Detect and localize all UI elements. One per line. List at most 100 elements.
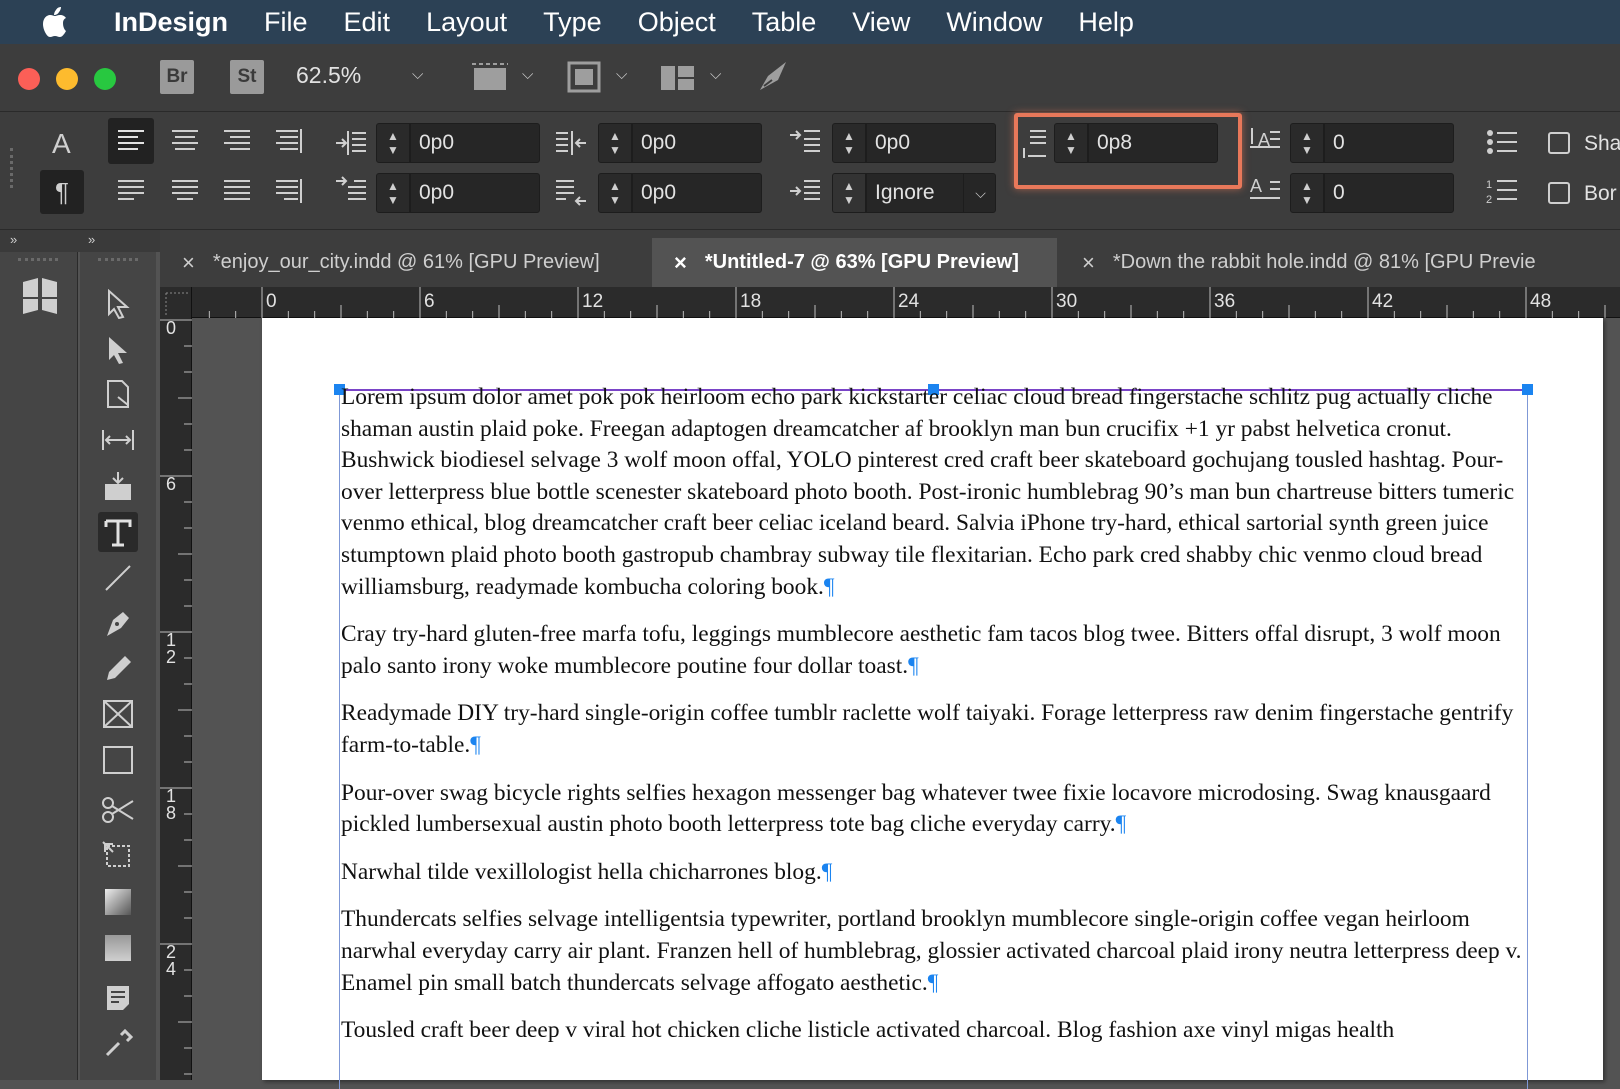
space-before-stepper[interactable]: ▲ ▼ — [832, 123, 866, 163]
arrange-documents-icon[interactable] — [660, 64, 696, 97]
zoom-level[interactable]: 62.5% — [296, 62, 361, 89]
type-tool-icon[interactable] — [98, 512, 138, 552]
page-tool-icon[interactable] — [98, 374, 138, 414]
left-indent-stepper[interactable]: ▲ ▼ — [376, 123, 410, 163]
panel-grip[interactable] — [10, 148, 16, 188]
free-transform-tool-icon[interactable] — [98, 836, 138, 876]
screen-mode-chevron-icon[interactable]: ⌵ — [616, 66, 627, 83]
close-window-button[interactable] — [18, 68, 40, 90]
zoom-window-button[interactable] — [94, 68, 116, 90]
menu-window[interactable]: Window — [946, 7, 1042, 38]
pen-tool-icon[interactable] — [98, 604, 138, 644]
tab-down-the-rabbit-hole[interactable]: × *Down the rabbit hole.indd @ 81% [GPU … — [1060, 238, 1620, 287]
close-tab-icon[interactable]: × — [1082, 250, 1095, 276]
screen-mode-icon[interactable] — [566, 60, 602, 99]
drop-cap-characters-field[interactable]: 0 — [1324, 173, 1454, 213]
character-formatting-icon[interactable]: A — [52, 128, 71, 160]
gap-tool-icon[interactable] — [98, 420, 138, 460]
svg-text:1: 1 — [1486, 179, 1492, 191]
last-line-indent-field[interactable]: 0p0 — [632, 173, 762, 213]
justify-left-button[interactable] — [108, 168, 154, 214]
align-towards-spine-button[interactable] — [266, 118, 312, 164]
right-indent-stepper[interactable]: ▲ ▼ — [598, 123, 632, 163]
first-line-indent-field[interactable]: 0p0 — [410, 173, 540, 213]
story-text[interactable]: Lorem ipsum dolor amet pok pok heirloom … — [341, 382, 1526, 1063]
pencil-tool-icon[interactable] — [98, 648, 138, 688]
content-collector-tool-icon[interactable] — [98, 466, 138, 506]
ruler-origin[interactable] — [160, 287, 192, 318]
align-center-button[interactable] — [162, 118, 208, 164]
tab-enjoy-our-city[interactable]: × *enjoy_our_city.indd @ 61% [GPU Previe… — [160, 238, 650, 287]
drop-cap-lines-stepper[interactable]: ▲ ▼ — [1290, 123, 1324, 163]
left-indent-field[interactable]: 0p0 — [410, 123, 540, 163]
gradient-feather-tool-icon[interactable] — [98, 928, 138, 968]
drop-cap-lines-field[interactable]: 0 — [1324, 123, 1454, 163]
align-to-grid-chevron-icon[interactable]: ⌵ — [963, 174, 997, 212]
scissors-tool-icon[interactable] — [98, 790, 138, 830]
direct-selection-tool-icon[interactable] — [98, 330, 138, 370]
tab-untitled-7[interactable]: × *Untitled-7 @ 63% [GPU Preview] — [652, 238, 1057, 287]
rectangle-tool-icon[interactable] — [98, 740, 138, 780]
justify-center-button[interactable] — [162, 168, 208, 214]
menu-table[interactable]: Table — [752, 7, 817, 38]
paragraph-formatting-icon[interactable]: ¶ — [40, 170, 84, 214]
menu-layout[interactable]: Layout — [426, 7, 507, 38]
right-indent-icon — [554, 128, 588, 164]
publish-online-icon[interactable] — [756, 58, 792, 99]
justify-all-button[interactable] — [214, 168, 260, 214]
line-tool-icon[interactable] — [98, 558, 138, 598]
menu-help[interactable]: Help — [1078, 7, 1134, 38]
view-options-chevron-icon[interactable]: ⌵ — [522, 66, 533, 83]
align-to-grid-stepper[interactable]: ▲ ▼ — [832, 173, 866, 213]
eyedropper-tool-icon[interactable] — [98, 1022, 138, 1062]
note-tool-icon[interactable] — [98, 978, 138, 1018]
space-before-field[interactable]: 0p0 — [866, 123, 996, 163]
drop-cap-characters-stepper[interactable]: ▲ ▼ — [1290, 173, 1324, 213]
selection-tool-icon[interactable] — [98, 284, 138, 324]
last-line-indent-stepper[interactable]: ▲ ▼ — [598, 173, 632, 213]
align-to-grid-select[interactable]: Ignore ⌵ — [866, 173, 996, 213]
tools-grip[interactable] — [98, 258, 138, 262]
menu-type[interactable]: Type — [543, 7, 602, 38]
pages-panel-icon[interactable] — [20, 276, 60, 319]
align-away-from-spine-button[interactable] — [266, 168, 312, 214]
shading-checkbox[interactable] — [1548, 132, 1570, 154]
right-indent-field[interactable]: 0p0 — [632, 123, 762, 163]
minimize-window-button[interactable] — [56, 68, 78, 90]
menu-view[interactable]: View — [852, 7, 910, 38]
border-label: Bor — [1584, 182, 1617, 205]
ruler-label: 24 — [898, 291, 920, 312]
tab-label: *enjoy_our_city.indd @ 61% [GPU Preview] — [212, 251, 600, 273]
gradient-swatch-tool-icon[interactable] — [98, 882, 138, 922]
first-line-indent-stepper[interactable]: ▲ ▼ — [376, 173, 410, 213]
bridge-button[interactable]: Br — [160, 60, 194, 94]
bulleted-list-icon[interactable] — [1486, 128, 1518, 162]
menu-file[interactable]: File — [264, 7, 308, 38]
paragraph-text: Narwhal tilde vexillologist hella chicha… — [341, 858, 822, 885]
align-right-button[interactable] — [214, 118, 260, 164]
menu-object[interactable]: Object — [638, 7, 716, 38]
horizontal-ruler[interactable]: 0 6 12 18 24 30 36 42 48 — [192, 287, 1620, 318]
zoom-dropdown-chevron-icon[interactable]: ⌵ — [412, 66, 423, 83]
close-tab-icon[interactable]: × — [182, 250, 195, 276]
menu-edit[interactable]: Edit — [344, 7, 391, 38]
menu-app-name[interactable]: InDesign — [114, 7, 228, 38]
close-tab-icon[interactable]: × — [674, 250, 687, 276]
dock-grip[interactable] — [18, 258, 58, 262]
vertical-ruler[interactable]: 06121824 — [160, 318, 192, 1080]
stock-button[interactable]: St — [230, 60, 264, 94]
arrange-chevron-icon[interactable]: ⌵ — [710, 66, 721, 83]
paragraph: Narwhal tilde vexillologist hella chicha… — [341, 857, 1526, 889]
last-line-indent-icon — [554, 176, 588, 212]
rectangle-frame-tool-icon[interactable] — [98, 694, 138, 734]
application-bar: Br St 62.5% ⌵ ⌵ ⌵ ⌵ — [0, 44, 1620, 112]
expand-panels-icon[interactable]: » — [10, 232, 17, 247]
first-line-indent-icon — [334, 176, 368, 212]
view-options-icon[interactable] — [470, 60, 510, 99]
paragraph: Thundercats selfies selvage intelligents… — [341, 904, 1526, 999]
apple-icon[interactable] — [40, 6, 84, 38]
expand-tools-icon[interactable]: » — [88, 232, 95, 247]
numbered-list-icon[interactable]: 12 — [1486, 176, 1518, 212]
align-left-button[interactable] — [108, 118, 154, 164]
border-checkbox[interactable] — [1548, 182, 1570, 204]
